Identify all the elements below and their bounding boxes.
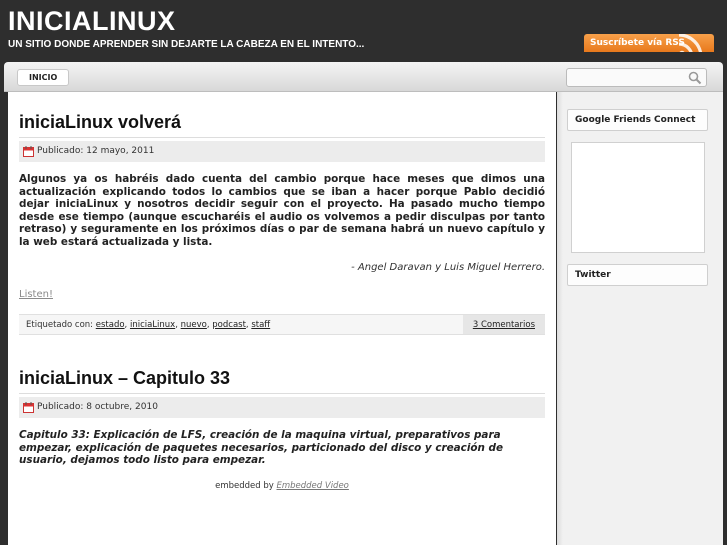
embedded-credit: embedded by Embedded Video (8, 481, 556, 491)
post-body: Capitulo 33: Explicación de LFS, creació… (19, 429, 504, 467)
widget-title-twitter: Twitter (567, 264, 708, 286)
calendar-icon (23, 402, 34, 413)
listen-link[interactable]: Listen! (19, 289, 53, 300)
sidebar: Google Friends Connect Twitter (557, 92, 723, 545)
post-title[interactable]: iniciaLinux – Capitulo 33 (19, 368, 230, 389)
comments-link[interactable]: 3 Comentarios (462, 315, 545, 334)
post-signature: - Angel Daravan y Luis Miguel Herrero. (351, 262, 545, 273)
tag-link[interactable]: nuevo (181, 320, 207, 330)
embedded-video-link[interactable]: Embedded Video (276, 481, 348, 491)
site-description: UN SITIO DONDE APRENDER SIN DEJARTE LA C… (8, 39, 365, 50)
post-tags-bar: Etiquetado con: estado, iniciaLinux, nue… (19, 314, 545, 335)
main-content: iniciaLinux volverá Publicado: 12 mayo, … (8, 92, 556, 545)
tag-link[interactable]: staff (251, 320, 270, 330)
post-date: Publicado: 12 mayo, 2011 (37, 146, 155, 156)
google-friends-widget[interactable] (571, 142, 705, 253)
tags-label: Etiquetado con: (26, 320, 94, 330)
post-meta: Publicado: 8 octubre, 2010 (19, 397, 545, 418)
post-body: Algunos ya os habréis dado cuenta del ca… (19, 173, 545, 248)
search-icon[interactable] (688, 71, 702, 85)
title-divider (19, 137, 545, 138)
calendar-icon (23, 146, 34, 157)
tag-link[interactable]: estado (96, 320, 125, 330)
post-title[interactable]: iniciaLinux volverá (19, 112, 181, 133)
rss-subscribe-button[interactable]: Suscríbete vía RSS (584, 34, 714, 52)
nav-item-inicio[interactable]: INICIO (17, 69, 70, 86)
title-divider (19, 393, 545, 394)
tag-link[interactable]: iniciaLinux (130, 320, 175, 330)
post-meta: Publicado: 12 mayo, 2011 (19, 141, 545, 162)
rss-label: Suscríbete vía RSS (590, 38, 685, 48)
rss-feed-icon (678, 34, 703, 52)
embedded-prefix: embedded by (215, 481, 274, 491)
search-input[interactable] (566, 68, 707, 87)
nav-bar: INICIO (4, 62, 723, 92)
site-title[interactable]: INICIALINUX (8, 6, 176, 37)
widget-title-google-friends: Google Friends Connect (567, 109, 708, 131)
site-header: INICIALINUX UN SITIO DONDE APRENDER SIN … (0, 0, 727, 62)
tag-link[interactable]: podcast (212, 320, 246, 330)
post-date: Publicado: 8 octubre, 2010 (37, 402, 158, 412)
